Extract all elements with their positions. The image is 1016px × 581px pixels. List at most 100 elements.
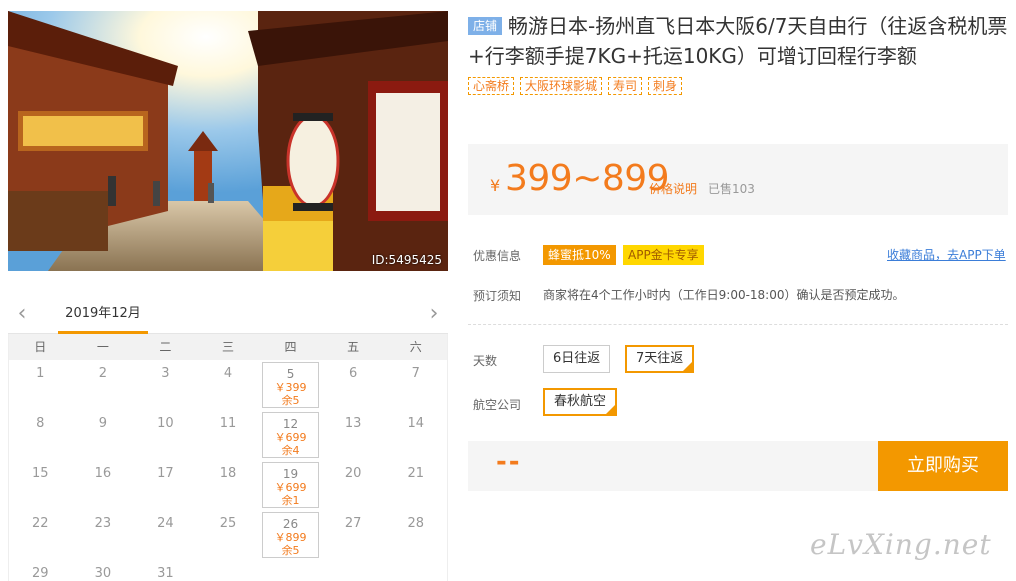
price-explain-link[interactable]: 价格说明 — [649, 180, 697, 197]
promo-label: 优惠信息 — [473, 249, 522, 263]
day-number: 16 — [94, 466, 112, 481]
section-divider — [468, 324, 1008, 325]
weekday-label: 五 — [347, 340, 360, 354]
day-number: 9 — [98, 416, 107, 431]
favorite-app-link[interactable]: 收藏商品，去APP下单 — [887, 246, 1006, 263]
calendar-day: 27 — [322, 510, 385, 560]
day-number: 7 — [411, 366, 420, 381]
day-number: 19 — [282, 467, 299, 481]
calendar-day: 4 — [197, 360, 260, 410]
price-panel: ¥ 399~899 价格说明 已售103 — [468, 144, 1008, 215]
calendar-day: 22 — [9, 510, 72, 560]
currency-symbol: ¥ — [490, 176, 501, 195]
day-number: 27 — [344, 516, 362, 531]
product-tag[interactable]: 刺身 — [648, 77, 683, 95]
calendar-day: 21 — [384, 460, 447, 510]
airline-option-spring[interactable]: 春秋航空 — [543, 388, 618, 416]
buy-now-button[interactable]: 立即购买 — [878, 441, 1008, 491]
calendar-day: 7 — [384, 360, 447, 410]
product-title: 畅游日本-扬州直飞日本大阪6/7天自由行（往返含税机票+行李额手提7KG+托运1… — [468, 14, 1008, 68]
day-number: 21 — [407, 466, 424, 481]
calendar-day: 6 — [322, 360, 385, 410]
calendar-day: 8 — [9, 410, 72, 460]
day-number: 6 — [348, 366, 358, 381]
calendar-day: 30 — [72, 560, 135, 581]
calendar-header: ‹ 2019年12月 › — [8, 298, 448, 334]
day-number: 8 — [36, 416, 45, 431]
image-id-label: ID:5495425 — [371, 253, 442, 267]
day-number: 18 — [219, 466, 237, 481]
day-number: 26 — [282, 517, 299, 531]
day-stock: 余5 — [281, 544, 300, 557]
calendar-day: 15 — [9, 460, 72, 510]
calendar-day-available[interactable]: 12 ￥699 余4 — [262, 412, 319, 458]
day-number: 10 — [157, 416, 174, 431]
calendar-day: 24 — [134, 510, 197, 560]
day-number: 3 — [161, 366, 170, 381]
calendar-day: 25 — [197, 510, 260, 560]
calendar-day: 9 — [72, 410, 135, 460]
day-number: 30 — [94, 566, 112, 581]
product-tag[interactable]: 寿司 — [608, 77, 643, 95]
calendar-day: 29 — [9, 560, 72, 581]
kyoto-street-photo — [8, 11, 448, 271]
prev-month-chevron-icon[interactable]: ‹ — [10, 302, 34, 326]
calendar-day: 28 — [384, 510, 447, 560]
weekday-label: 四 — [284, 340, 297, 354]
calendar-month-tab[interactable]: 2019年12月 — [58, 298, 148, 334]
days-option-6[interactable]: 6日往返 — [543, 345, 611, 373]
shop-badge[interactable]: 店铺 — [468, 17, 503, 35]
day-number: 13 — [344, 416, 362, 431]
calendar-day: 13 — [322, 410, 385, 460]
calendar-day: 3 — [134, 360, 197, 410]
total-price: -- — [496, 447, 522, 477]
day-price: ￥399 — [274, 381, 307, 394]
app-gold-card-badge: APP金卡专享 — [623, 245, 704, 265]
product-photo: ID:5495425 — [8, 11, 448, 271]
calendar-day-available[interactable]: 5 ￥399 余5 — [262, 362, 319, 408]
honey-discount-badge: 蜂蜜抵10% — [543, 245, 616, 265]
day-number: 4 — [223, 366, 233, 381]
day-number: 15 — [32, 466, 49, 481]
notice-label: 预订须知 — [473, 289, 522, 303]
product-tag[interactable]: 大阪环球影城 — [520, 77, 603, 95]
day-number: 24 — [157, 516, 174, 531]
calendar-day: 18 — [197, 460, 260, 510]
day-price: ￥699 — [274, 431, 307, 444]
day-number: 31 — [157, 566, 174, 581]
days-label: 天数 — [473, 354, 498, 368]
day-price: ￥899 — [274, 531, 307, 544]
day-number: 5 — [286, 367, 295, 381]
calendar-day-grid: 1 2 3 4 5 ￥399 余5 6 7 8 9 10 11 12 ￥699 余4 13 14 15 16 17 18 1… — [8, 360, 448, 581]
weekday-label: 六 — [409, 340, 422, 354]
day-number: 25 — [219, 516, 237, 531]
calendar-day: 14 — [384, 410, 447, 460]
calendar-weekday-row: 日一二三四五六 — [8, 334, 448, 360]
product-title-block: 店铺 畅游日本-扬州直飞日本大阪6/7天自由行（往返含税机票+行李额手提7KG+托… — [468, 11, 1008, 71]
day-number: 29 — [32, 566, 49, 581]
calendar-day: 1 — [9, 360, 72, 410]
calendar-day: 16 — [72, 460, 135, 510]
day-stock: 余4 — [281, 444, 300, 457]
date-calendar: ‹ 2019年12月 › 日一二三四五六 1 2 3 4 5 ￥399 余5 6 7 8 9 10 11… — [8, 298, 448, 581]
calendar-day: 2 — [72, 360, 135, 410]
day-number: 2 — [98, 366, 107, 381]
weekday-label: 二 — [159, 340, 172, 354]
product-tag[interactable]: 心斋桥 — [468, 77, 515, 95]
calendar-day-available[interactable]: 26 ￥899 余5 — [262, 512, 319, 558]
day-number: 20 — [344, 466, 362, 481]
calendar-day: 23 — [72, 510, 135, 560]
calendar-day-available[interactable]: 19 ￥699 余1 — [262, 462, 319, 508]
day-stock: 余5 — [281, 394, 300, 407]
calendar-day: 10 — [134, 410, 197, 460]
weekday-label: 日 — [34, 340, 47, 354]
sold-count: 已售103 — [708, 182, 755, 196]
day-number: 23 — [94, 516, 112, 531]
calendar-day: 31 — [134, 560, 197, 581]
days-option-7[interactable]: 7天往返 — [625, 345, 695, 373]
next-month-chevron-icon[interactable]: › — [422, 302, 446, 326]
day-number: 1 — [36, 366, 45, 381]
calendar-day: 20 — [322, 460, 385, 510]
day-number: 14 — [407, 416, 424, 431]
product-tags: 心斋桥 大阪环球影城 寿司 刺身 — [468, 75, 1008, 95]
